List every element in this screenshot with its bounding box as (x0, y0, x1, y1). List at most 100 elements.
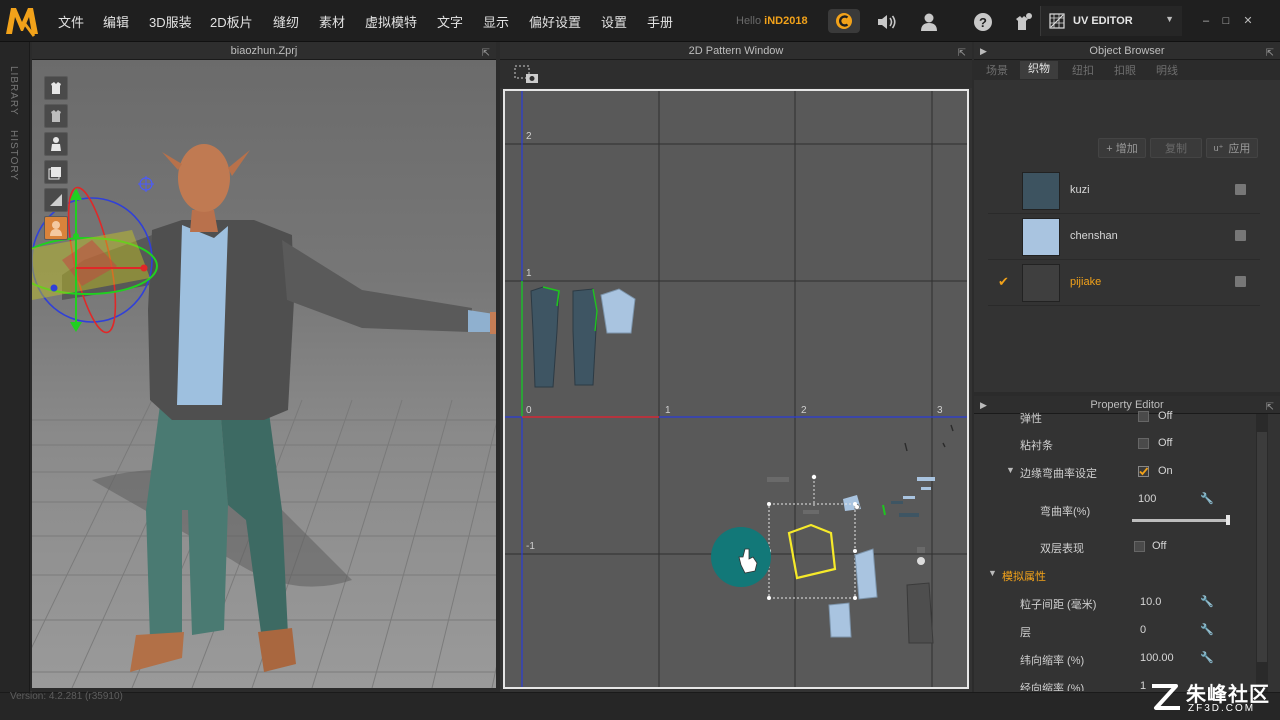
prop-value[interactable]: 0 (1140, 624, 1146, 636)
fabric-swatch (1022, 218, 1060, 256)
expand-arrow-icon[interactable]: ▼ (1006, 465, 1015, 475)
ruler-x-0: 0 (526, 405, 532, 416)
show-avatar-icon[interactable] (44, 132, 68, 156)
prop-value[interactable]: 10.0 (1140, 596, 1161, 608)
history-tab[interactable]: HISTORY (8, 130, 19, 181)
minimize-window-icon[interactable]: – (1200, 16, 1212, 28)
user-name: iND2018 (764, 15, 808, 27)
ruler-x-3: 3 (937, 405, 943, 416)
prop-value: On (1158, 465, 1173, 477)
svg-text:?: ? (979, 15, 987, 30)
3d-scene[interactable] (32, 60, 496, 688)
hello-prefix: Hello (736, 15, 762, 27)
close-window-icon[interactable]: ✕ (1242, 16, 1254, 28)
download-icon[interactable] (1235, 230, 1246, 241)
credit-button[interactable] (828, 9, 860, 33)
tab-scene[interactable]: 场景 (986, 62, 1008, 78)
pattern-titlebar: 2D Pattern Window ⇱ (500, 42, 972, 60)
menu-sewing[interactable]: 缝纫 (273, 12, 299, 31)
menu-2d-pattern[interactable]: 2D板片 (210, 12, 253, 31)
prop-row-layer: 层 0 🔧 (974, 617, 1264, 645)
apply-label: 应用 (1228, 143, 1251, 155)
watermark-url: ZF3D.COM (1188, 703, 1256, 714)
wrench-icon[interactable]: 🔧 (1200, 492, 1214, 505)
checkmark-icon: ✔ (998, 274, 1009, 289)
elastic-checkbox[interactable] (1138, 411, 1149, 422)
object-browser: ▶ Object Browser ⇱ 场景 织物 纽扣 扣眼 明线 + 增加 复… (974, 42, 1280, 392)
slider-handle[interactable] (1226, 515, 1230, 525)
tab-button[interactable]: 纽扣 (1072, 62, 1094, 78)
fabric-item-selected[interactable]: ✔ pijiake (988, 260, 1260, 306)
user-profile-icon[interactable] (918, 11, 940, 33)
pattern-window: 2D Pattern Window ⇱ 0 1 2 3 2 1 -1 (500, 42, 972, 692)
help-icon[interactable]: ? (972, 11, 994, 33)
ruler-x-2: 2 (801, 405, 807, 416)
show-garment-icon[interactable] (44, 76, 68, 100)
prop-label: 弯曲率(%) (1040, 506, 1091, 518)
fabric-item[interactable]: kuzi (988, 168, 1260, 214)
double-layer-checkbox[interactable] (1134, 541, 1145, 552)
ruler-y-neg1: -1 (526, 541, 535, 552)
garment-feedback-icon[interactable] (1012, 11, 1034, 33)
object-browser-tabs: 场景 织物 纽扣 扣眼 明线 (974, 60, 1280, 80)
menu-preferences[interactable]: 偏好设置 (529, 12, 581, 31)
add-fabric-button[interactable]: + 增加 (1098, 138, 1146, 158)
menu-avatar[interactable]: 虚拟模特 (365, 12, 417, 31)
menu-edit[interactable]: 编辑 (103, 12, 129, 31)
menu-text[interactable]: 文字 (437, 12, 463, 31)
wrench-icon[interactable]: 🔧 (1200, 595, 1214, 608)
menu-display[interactable]: 显示 (483, 12, 509, 31)
speaker-icon[interactable] (876, 11, 898, 33)
prop-label: 粒子间距 (毫米) (1020, 599, 1097, 611)
tab-fabric[interactable]: 织物 (1020, 61, 1058, 79)
library-tab[interactable]: LIBRARY (8, 66, 19, 116)
menu-file[interactable]: 文件 (58, 12, 84, 31)
watermark: 朱峰社区 ZF3D.COM (1148, 676, 1274, 716)
viewport3d-title: biaozhun.Zprj (230, 45, 298, 57)
prop-label: 双层表现 (1040, 543, 1084, 555)
uv-grid-icon (1049, 13, 1065, 29)
snapshot-icon[interactable] (514, 65, 540, 85)
pattern-piece-pants-front (530, 286, 560, 388)
prop-row-particle-distance: 粒子间距 (毫米) 10.0 🔧 (974, 589, 1264, 617)
prop-row-fusing: 粘衬条 Off (974, 430, 1264, 458)
menu-materials[interactable]: 素材 (319, 12, 345, 31)
edge-curvature-checkbox[interactable] (1138, 466, 1149, 477)
maximize-window-icon[interactable]: □ (1220, 16, 1232, 28)
prop-label: 边缘弯曲率设定 (1020, 468, 1097, 480)
menu-settings[interactable]: 设置 (601, 12, 627, 31)
prop-label: 纬向缩率 (%) (1020, 655, 1085, 667)
pattern-title: 2D Pattern Window (688, 45, 784, 57)
wrench-icon[interactable]: 🔧 (1200, 651, 1214, 664)
tab-topstitch[interactable]: 明线 (1156, 62, 1178, 78)
download-icon[interactable] (1235, 276, 1246, 287)
prop-value[interactable]: 1 (1140, 680, 1146, 691)
layer-icon[interactable] (44, 160, 68, 184)
collapse-arrow-icon[interactable]: ▶ (980, 42, 987, 60)
chevron-down-icon: ▼ (1165, 14, 1174, 24)
fold-icon[interactable] (44, 188, 68, 212)
credit-icon (836, 13, 852, 29)
avatar-skin-icon[interactable] (44, 216, 68, 240)
curvature-slider[interactable] (1132, 515, 1230, 525)
download-icon[interactable] (1235, 184, 1246, 195)
garment-texture-icon[interactable] (44, 104, 68, 128)
fabric-item[interactable]: chenshan (988, 214, 1260, 260)
pattern-canvas[interactable]: 0 1 2 3 2 1 -1 (503, 89, 969, 689)
property-scrollbar-thumb[interactable] (1257, 432, 1267, 662)
wrench-icon[interactable]: 🔧 (1200, 623, 1214, 636)
menu-3d-garment[interactable]: 3D服装 (149, 12, 192, 31)
menu-manual[interactable]: 手册 (647, 12, 673, 31)
fusing-checkbox[interactable] (1138, 438, 1149, 449)
section-title: 模拟属性 (1002, 571, 1046, 583)
prop-value[interactable]: 100.00 (1140, 652, 1174, 664)
prop-value: Off (1158, 410, 1173, 422)
copy-fabric-button[interactable]: 复制 (1150, 138, 1202, 158)
viewport-3d[interactable] (32, 60, 496, 688)
fabric-swatch (1022, 264, 1060, 302)
apply-fabric-button[interactable]: u⁺ 应用 (1206, 138, 1258, 158)
expand-arrow-icon[interactable]: ▼ (988, 568, 997, 578)
workspace-selector[interactable]: UV EDITOR ▼ (1040, 6, 1182, 36)
tab-buttonhole[interactable]: 扣眼 (1114, 62, 1136, 78)
prop-row-edge-curvature: ▼ 边缘弯曲率设定 On (974, 458, 1264, 486)
